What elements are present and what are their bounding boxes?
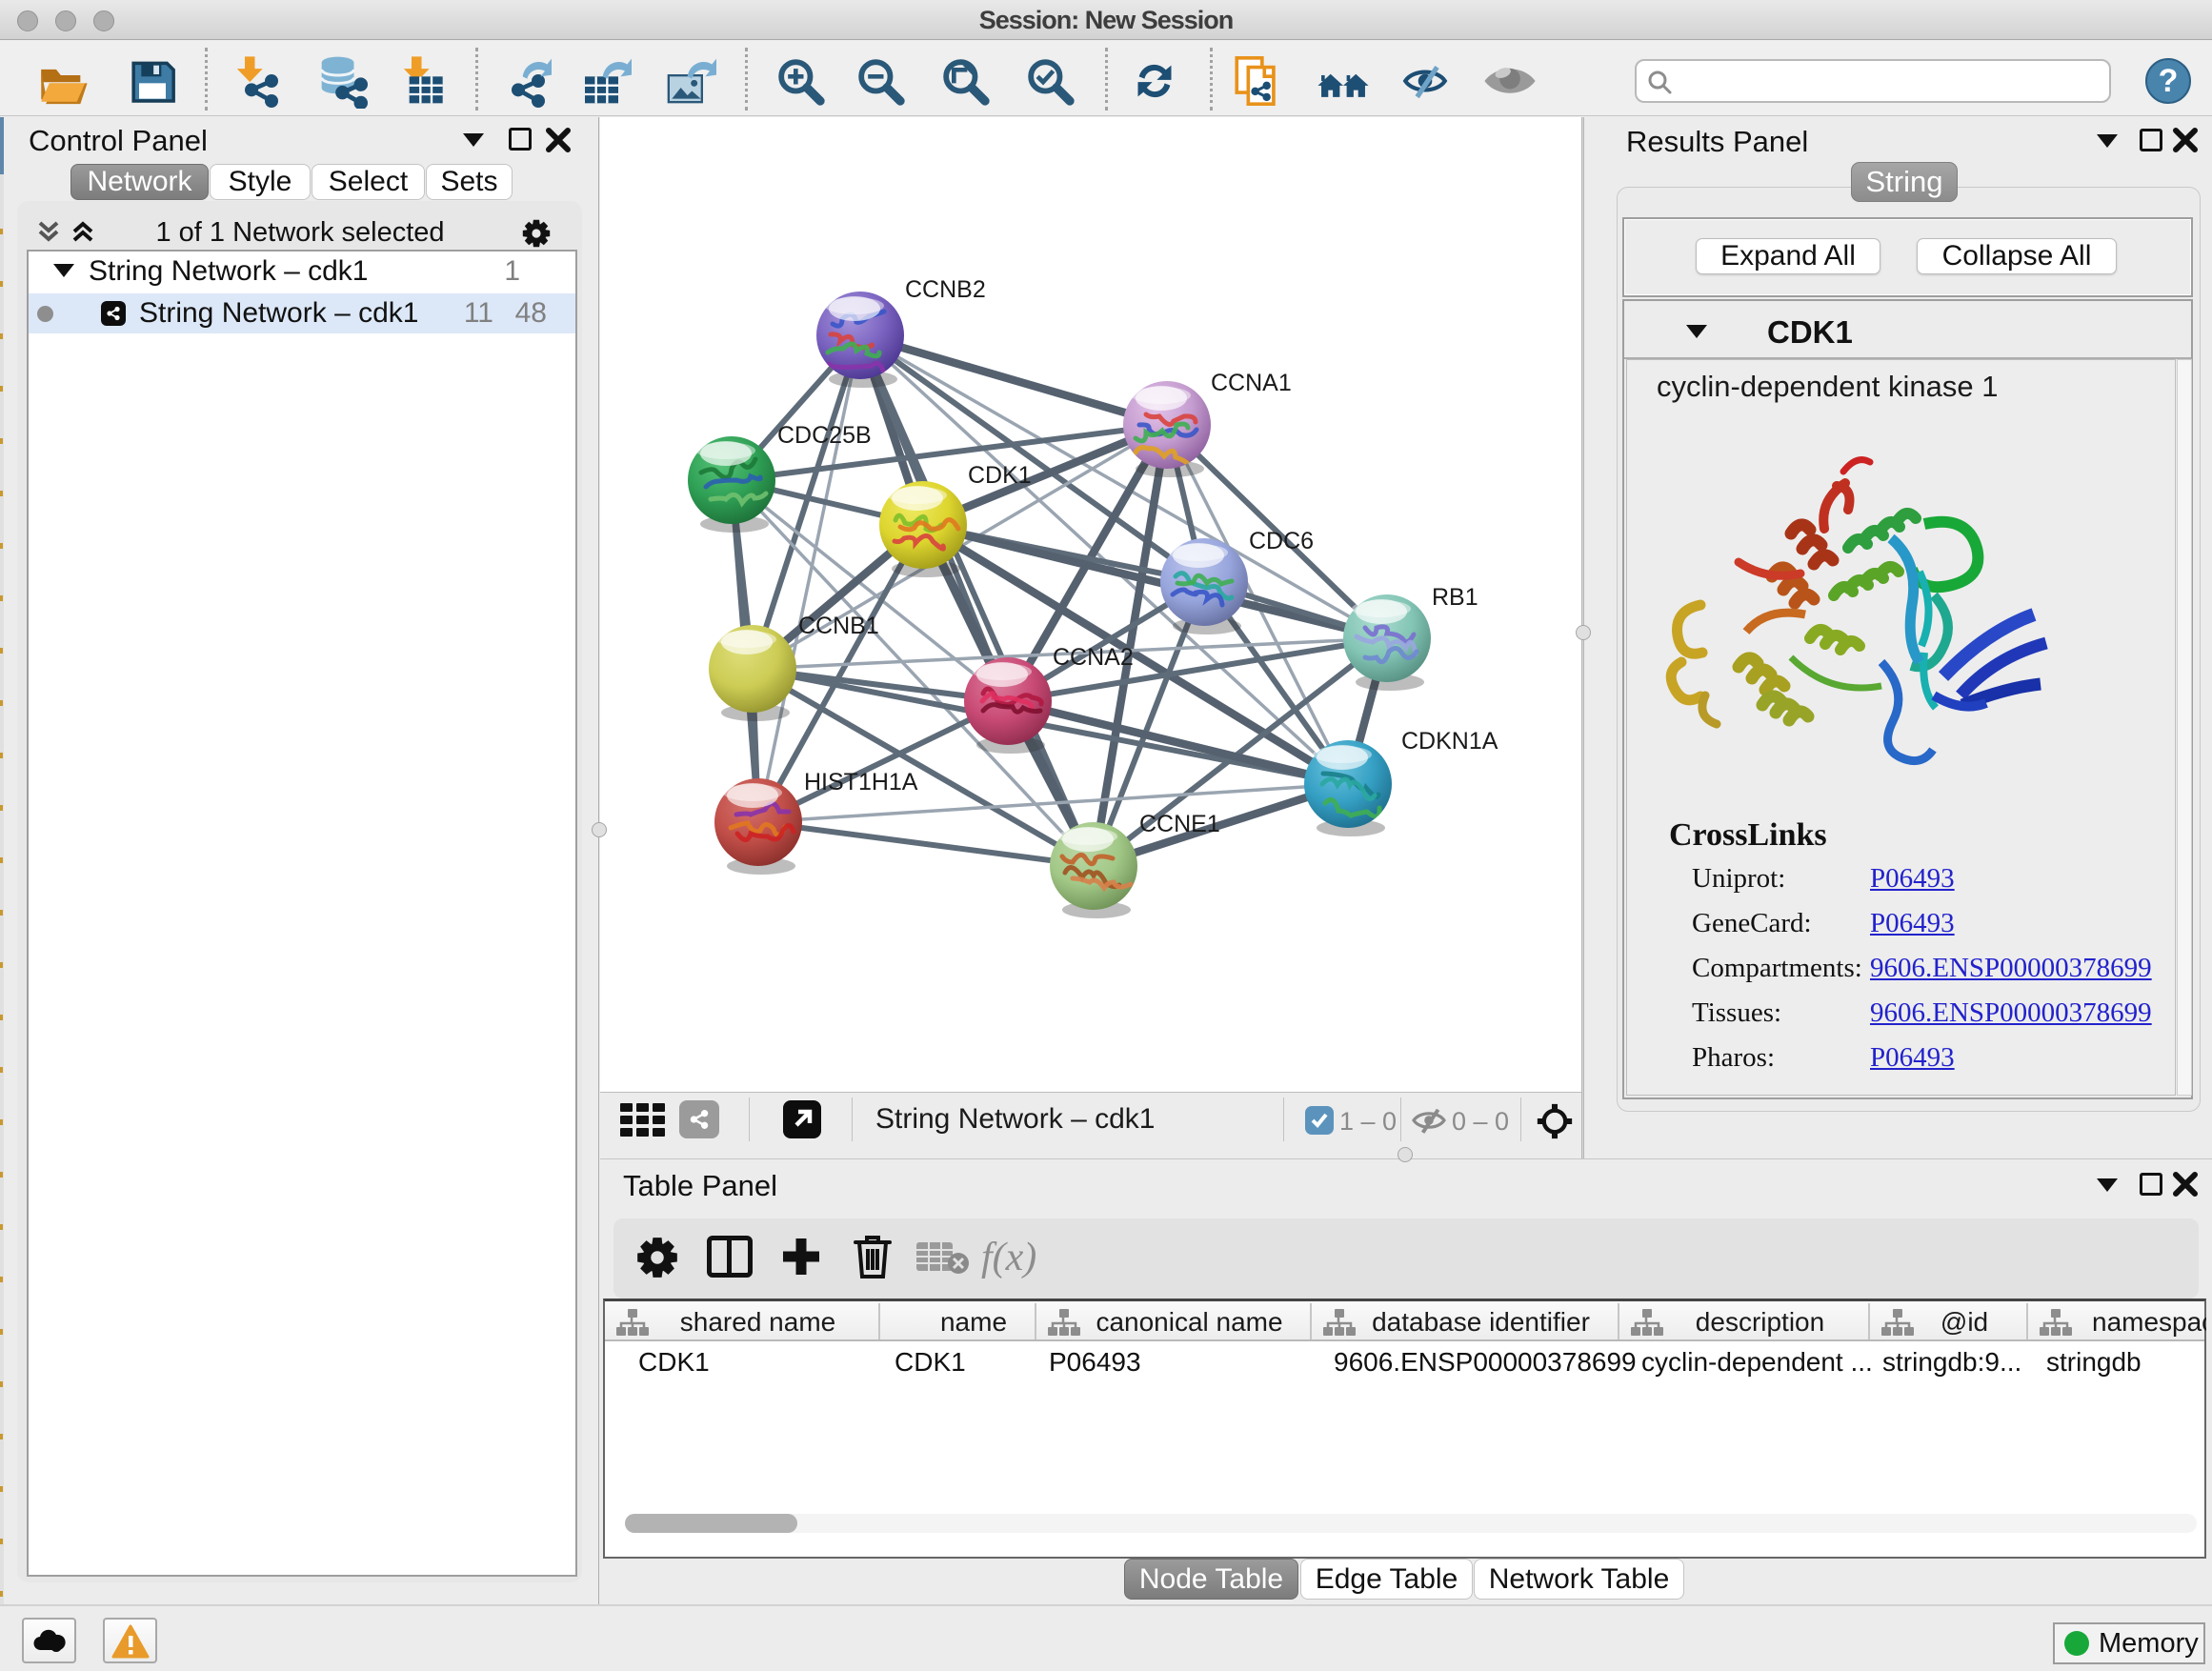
svg-text:CDK1: CDK1 [968,462,1032,489]
svg-text:RB1: RB1 [1432,584,1478,611]
svg-text:CDC6: CDC6 [1249,528,1314,554]
svg-text:CDKN1A: CDKN1A [1401,728,1498,755]
svg-text:CCNB1: CCNB1 [798,613,879,639]
svg-text:HIST1H1A: HIST1H1A [804,769,918,795]
svg-text:CDC25B: CDC25B [777,422,872,449]
svg-text:CCNE1: CCNE1 [1139,811,1220,837]
svg-text:CCNA1: CCNA1 [1211,370,1292,396]
svg-text:CCNB2: CCNB2 [905,276,986,303]
svg-text:CCNA2: CCNA2 [1053,644,1134,671]
